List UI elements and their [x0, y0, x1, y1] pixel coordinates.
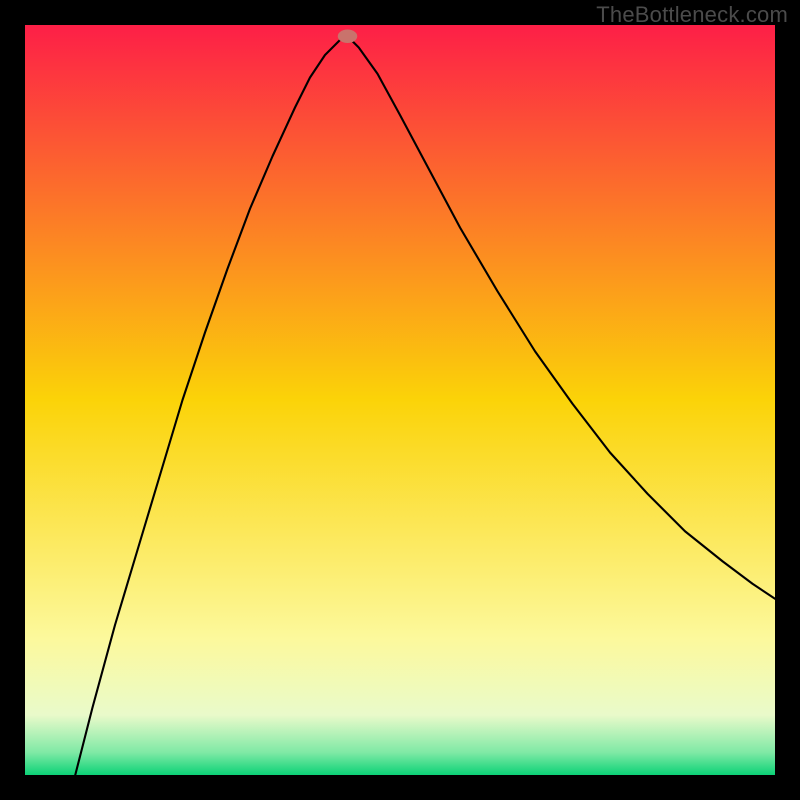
chart-frame: TheBottleneck.com [0, 0, 800, 800]
plot-area [25, 25, 775, 775]
background-gradient [25, 25, 775, 775]
watermark-text: TheBottleneck.com [596, 2, 788, 28]
chart-svg [25, 25, 775, 775]
minimum-marker [338, 30, 358, 44]
